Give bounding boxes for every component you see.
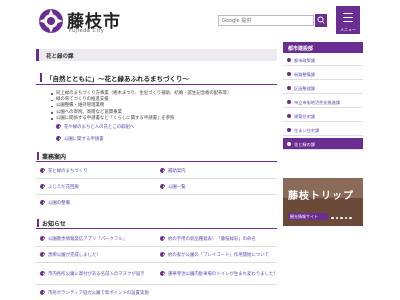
breadcrumb-current: 花と緑の課 bbox=[46, 54, 74, 60]
search-box bbox=[218, 15, 314, 26]
arrow-right-icon bbox=[287, 58, 291, 62]
city-emblem-icon[interactable] bbox=[38, 8, 64, 34]
section-heading-services: 業務案内 bbox=[36, 151, 277, 162]
page-title: 「自然とともに」～花と緑あふれるまちづくり～ bbox=[36, 70, 277, 85]
service-link[interactable]: 補助案内 bbox=[160, 168, 186, 176]
arrow-right-icon bbox=[160, 184, 165, 189]
sidebar-item[interactable]: 街路整備課 bbox=[283, 68, 363, 80]
banner-subtitle: 観光情報サイト bbox=[288, 213, 328, 220]
service-link[interactable]: 公園一覧 bbox=[160, 184, 186, 192]
carousel-dots[interactable] bbox=[331, 215, 354, 221]
arrow-right-icon bbox=[40, 271, 45, 276]
breadcrumb: 花と緑の課 bbox=[36, 49, 277, 61]
news-link[interactable]: 蓮華寺池公園内駐車場のトイレが生まれ変わりました！ bbox=[160, 271, 278, 279]
site-header: 藤枝市 Fujieda City メニュー bbox=[0, 0, 400, 44]
intro-link[interactable]: 公園に関する申請書 bbox=[56, 136, 104, 142]
arrow-right-icon bbox=[40, 184, 45, 189]
arrow-right-icon bbox=[287, 72, 291, 76]
tourism-banner[interactable]: 藤枝トリップ 観光情報サイト bbox=[283, 178, 363, 226]
hamburger-icon bbox=[343, 13, 353, 14]
intro-list: 同上緑のまちづくり方事業（樹木まつり、生垣づくり補助、結婚・誕生記念樹の配布等）… bbox=[50, 91, 275, 122]
sidebar-title[interactable]: 都市建設部 bbox=[283, 42, 363, 53]
arrow-right-icon bbox=[287, 86, 291, 90]
service-link[interactable]: ふじえだ花回廊 bbox=[40, 184, 79, 192]
arrow-right-icon bbox=[40, 168, 45, 173]
arrow-right-icon bbox=[160, 271, 165, 276]
service-link[interactable]: 花と緑のまちづくり bbox=[40, 168, 88, 176]
menu-label: メニュー bbox=[340, 27, 356, 32]
banner-title: 藤枝トリップ bbox=[288, 191, 354, 202]
arrow-right-icon bbox=[40, 252, 45, 257]
arrow-right-icon bbox=[56, 124, 61, 129]
service-link[interactable]: 公園の整備 bbox=[40, 200, 70, 208]
page-title-text: 「自然とともに」～花と緑あふれるまちづくり～ bbox=[46, 75, 189, 83]
news-link[interactable]: 市内各所公園に寄付がある名前入のマスクが届き bbox=[40, 271, 145, 279]
arrow-right-icon bbox=[287, 100, 291, 104]
search-button[interactable] bbox=[315, 14, 327, 27]
list-item: 公園に関係する申請書など「くらしに関する申請書」を参照 bbox=[50, 116, 275, 122]
menu-button[interactable]: メニュー bbox=[336, 6, 360, 34]
arrow-right-icon bbox=[160, 252, 165, 257]
sidebar-item[interactable]: 区画整理課 bbox=[283, 82, 363, 94]
sidebar-item[interactable]: 住まい住宅課 bbox=[283, 124, 363, 136]
city-name-en: Fujieda City bbox=[69, 28, 105, 34]
arrow-right-icon bbox=[160, 168, 165, 173]
news-link[interactable]: 市民ボランティア協力公園で新ポイントの設置実施 bbox=[40, 290, 149, 298]
arrow-right-icon bbox=[287, 142, 291, 146]
arrow-right-icon bbox=[287, 114, 291, 118]
arrow-right-icon bbox=[40, 290, 45, 295]
news-link[interactable]: 約の字用の新品種発表！「藤枝緑彩」の命名 bbox=[160, 236, 256, 244]
sidebar-item[interactable]: 市立市街地活性化推進課 bbox=[283, 96, 363, 108]
news-link[interactable]: 約の家が公園の「プレイコート」作用開始について bbox=[160, 252, 269, 260]
arrow-right-icon bbox=[40, 200, 45, 205]
sidebar-item[interactable]: 建築住宅課 bbox=[283, 110, 363, 122]
sidebar-item-active[interactable]: 花と緑の課 bbox=[283, 138, 363, 150]
search-input[interactable] bbox=[219, 16, 313, 25]
arrow-right-icon bbox=[287, 128, 291, 132]
search-icon bbox=[317, 16, 325, 24]
news-link[interactable]: 公園散歩情報発信アプリ「パークフル」 bbox=[40, 236, 127, 244]
arrow-right-icon bbox=[160, 236, 165, 241]
news-link[interactable]: 黒柳公園が完成しました！ bbox=[40, 252, 101, 260]
arrow-right-icon bbox=[40, 236, 45, 241]
intro-link[interactable]: 花や緑のまちと人の花とこの取組へ bbox=[56, 124, 134, 130]
section-heading-news: お知らせ bbox=[36, 218, 277, 229]
sidebar-item[interactable]: 都市政策課 bbox=[283, 54, 363, 66]
arrow-right-icon bbox=[56, 136, 61, 141]
